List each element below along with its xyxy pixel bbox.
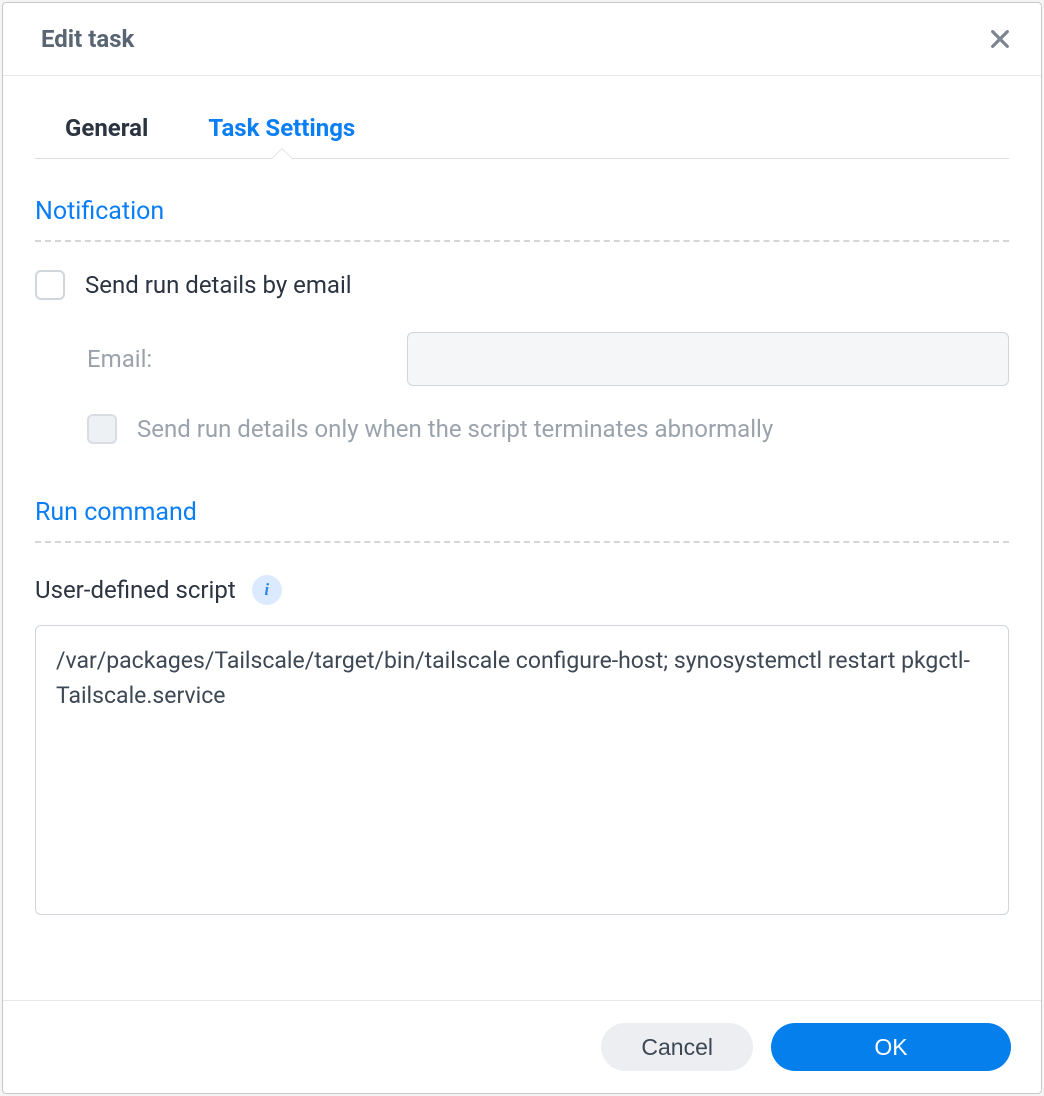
dialog-title: Edit task: [41, 25, 134, 53]
close-icon[interactable]: [989, 28, 1011, 50]
abnormal-row: Send run details only when the script te…: [87, 414, 1009, 444]
email-label: Email:: [87, 345, 407, 373]
send-details-checkbox[interactable]: [35, 270, 65, 300]
abnormal-checkbox: [87, 414, 117, 444]
cancel-button[interactable]: Cancel: [601, 1023, 753, 1071]
tab-general[interactable]: General: [35, 102, 178, 158]
tabs: General Task Settings: [35, 102, 1009, 159]
dialog-header: Edit task: [3, 3, 1041, 76]
tab-task-settings[interactable]: Task Settings: [178, 102, 385, 158]
abnormal-label: Send run details only when the script te…: [137, 415, 773, 443]
send-details-label: Send run details by email: [85, 271, 352, 299]
dialog-body: General Task Settings Notification Send …: [3, 76, 1041, 1000]
run-command-section: Run command User-defined script i: [35, 498, 1009, 919]
notification-section-title: Notification: [35, 197, 1009, 242]
edit-task-dialog: Edit task General Task Settings Notifica…: [2, 2, 1042, 1094]
email-input[interactable]: [407, 332, 1009, 386]
script-label: User-defined script: [35, 576, 236, 604]
ok-button[interactable]: OK: [771, 1023, 1011, 1071]
script-textarea[interactable]: [35, 625, 1009, 915]
run-command-section-title: Run command: [35, 498, 1009, 543]
dialog-footer: Cancel OK: [3, 1000, 1041, 1093]
email-row: Email:: [87, 332, 1009, 386]
send-details-row: Send run details by email: [35, 270, 1009, 300]
info-icon[interactable]: i: [252, 575, 282, 605]
script-label-row: User-defined script i: [35, 575, 1009, 605]
notification-section: Notification Send run details by email E…: [35, 197, 1009, 444]
